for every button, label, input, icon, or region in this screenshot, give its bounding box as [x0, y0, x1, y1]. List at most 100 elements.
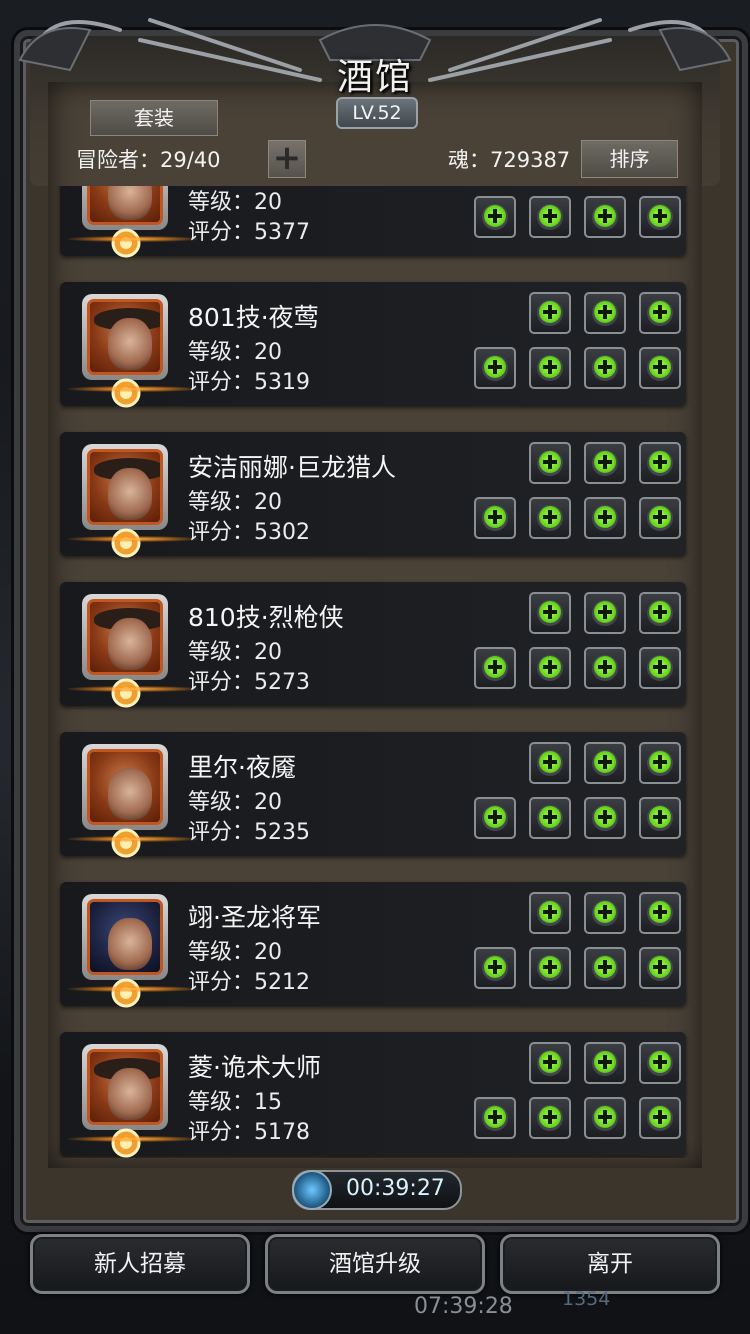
hero-level: 等级：20	[188, 934, 282, 966]
medal-icon	[111, 1128, 141, 1158]
equip-slot-plus-icon	[484, 806, 506, 828]
add-capacity-button[interactable]: +	[268, 140, 306, 178]
equip-slot[interactable]	[639, 892, 681, 934]
hero-card[interactable]: 安洁丽娜·巨龙猎人 等级：20 评分：5302	[60, 432, 686, 558]
hero-portrait[interactable]	[82, 1044, 168, 1130]
hero-card[interactable]: 801技·夜莺 等级：20 评分：5319	[60, 282, 686, 408]
hero-card[interactable]: 等级：20 评分：5377	[60, 186, 686, 258]
equip-slot[interactable]	[584, 442, 626, 484]
equip-slot[interactable]	[584, 892, 626, 934]
equip-slot[interactable]	[529, 1097, 571, 1139]
hero-score: 评分：5235	[188, 814, 310, 846]
equip-slot[interactable]	[529, 1042, 571, 1084]
equip-slot[interactable]	[639, 742, 681, 784]
equip-slot[interactable]	[639, 196, 681, 238]
equip-slot[interactable]	[584, 292, 626, 334]
set-button[interactable]: 套装	[90, 100, 218, 136]
equip-slot[interactable]	[529, 742, 571, 784]
equip-slot[interactable]	[584, 947, 626, 989]
equip-slot[interactable]	[584, 497, 626, 539]
equip-slot[interactable]	[529, 947, 571, 989]
equip-slot[interactable]	[529, 292, 571, 334]
equip-slot[interactable]	[639, 442, 681, 484]
equip-slot-plus-icon	[594, 901, 616, 923]
medal-glow	[68, 236, 198, 242]
equip-slot[interactable]	[529, 592, 571, 634]
equip-slot[interactable]	[529, 442, 571, 484]
hero-name: 810技·烈枪侠	[188, 603, 344, 632]
hero-portrait[interactable]	[82, 444, 168, 530]
equip-slot[interactable]	[529, 647, 571, 689]
equip-slot[interactable]	[474, 797, 516, 839]
leave-button[interactable]: 离开	[500, 1234, 720, 1294]
equip-slot-plus-icon	[649, 1106, 671, 1128]
score-label: 评分：	[188, 220, 255, 245]
equip-slot[interactable]	[584, 647, 626, 689]
equip-slot-plus-icon	[594, 301, 616, 323]
score-value: 5302	[254, 520, 311, 545]
equip-slot-plus-icon	[649, 205, 671, 227]
equip-slot-plus-icon	[539, 601, 561, 623]
equip-slot[interactable]	[584, 797, 626, 839]
equip-slot[interactable]	[639, 292, 681, 334]
hero-card[interactable]: 翊·圣龙将军 等级：20 评分：5212	[60, 882, 686, 1008]
hero-list[interactable]: 等级：20 评分：5377 801技·夜莺 等级：20 评分：5319 安洁丽娜…	[48, 186, 702, 1158]
hero-portrait[interactable]	[82, 186, 168, 230]
equip-slot[interactable]	[529, 892, 571, 934]
hero-level: 等级：20	[188, 634, 282, 666]
equip-slot[interactable]	[584, 592, 626, 634]
score-label: 评分：	[188, 670, 255, 695]
equip-slot[interactable]	[474, 1097, 516, 1139]
hero-score: 评分：5212	[188, 964, 310, 996]
equip-slot-plus-icon	[594, 751, 616, 773]
equip-slot[interactable]	[529, 196, 571, 238]
equip-slot[interactable]	[639, 947, 681, 989]
equip-slot[interactable]	[474, 647, 516, 689]
hero-card[interactable]: 菱·诡术大师 等级：15 评分：5178	[60, 1032, 686, 1158]
level-value: 20	[254, 790, 283, 815]
score-value: 5212	[254, 970, 311, 995]
hero-portrait[interactable]	[82, 294, 168, 380]
hero-portrait[interactable]	[82, 594, 168, 680]
equip-slot-plus-icon	[594, 506, 616, 528]
equip-slot-plus-icon	[484, 506, 506, 528]
equip-slot[interactable]	[639, 1042, 681, 1084]
hero-card[interactable]: 里尔·夜魇 等级：20 评分：5235	[60, 732, 686, 858]
equip-slot[interactable]	[529, 497, 571, 539]
level-value: 20	[254, 940, 283, 965]
equip-slot-plus-icon	[594, 1051, 616, 1073]
level-label: 等级：	[188, 190, 255, 215]
medal-glow	[68, 386, 198, 392]
equip-slot[interactable]	[584, 347, 626, 389]
hero-name: 菱·诡术大师	[188, 1053, 321, 1082]
recruit-button[interactable]: 新人招募	[30, 1234, 250, 1294]
equip-slot[interactable]	[639, 647, 681, 689]
hero-score: 评分：5377	[188, 214, 310, 246]
equip-slot[interactable]	[474, 497, 516, 539]
equip-slot[interactable]	[474, 947, 516, 989]
equip-slot[interactable]	[474, 347, 516, 389]
equip-slot[interactable]	[584, 742, 626, 784]
equip-slot[interactable]	[584, 1042, 626, 1084]
equip-slot[interactable]	[639, 497, 681, 539]
equip-slot-plus-icon	[594, 356, 616, 378]
hero-card[interactable]: 810技·烈枪侠 等级：20 评分：5273	[60, 582, 686, 708]
upgrade-tavern-button[interactable]: 酒馆升级	[265, 1234, 485, 1294]
equip-slot[interactable]	[474, 196, 516, 238]
sort-button[interactable]: 排序	[581, 140, 678, 178]
equip-slot[interactable]	[639, 592, 681, 634]
equip-slot-plus-icon	[484, 656, 506, 678]
equip-slot-plus-icon	[539, 301, 561, 323]
adventurers-label: 冒险者：	[76, 148, 160, 172]
hero-portrait[interactable]	[82, 744, 168, 830]
equip-slot-plus-icon	[484, 956, 506, 978]
hero-portrait[interactable]	[82, 894, 168, 980]
equip-slot[interactable]	[639, 797, 681, 839]
equip-slot[interactable]	[639, 1097, 681, 1139]
equip-slot[interactable]	[584, 196, 626, 238]
equip-slot[interactable]	[529, 347, 571, 389]
equip-slot[interactable]	[529, 797, 571, 839]
equip-slot[interactable]	[584, 1097, 626, 1139]
equip-slot-plus-icon	[594, 601, 616, 623]
equip-slot[interactable]	[639, 347, 681, 389]
